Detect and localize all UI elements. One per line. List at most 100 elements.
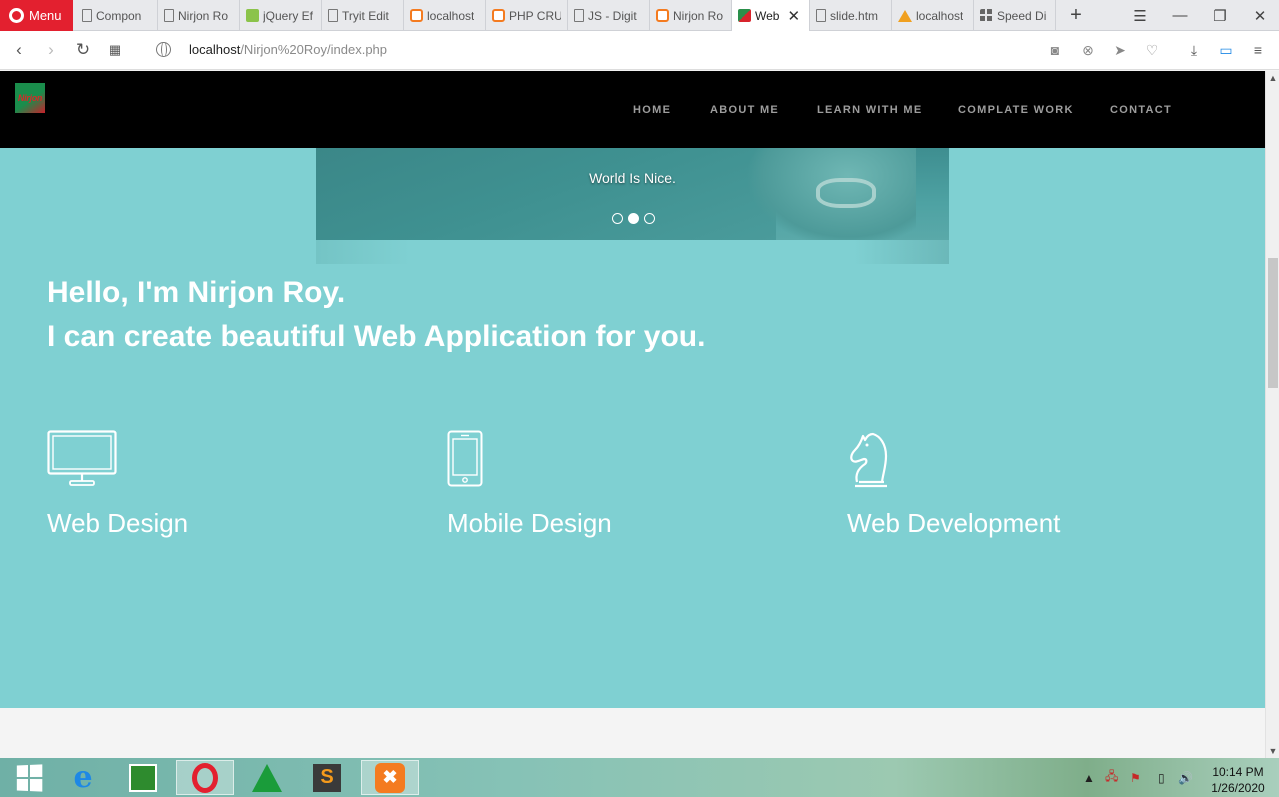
nav-contact[interactable]: CONTACT — [1110, 104, 1172, 116]
document-icon — [816, 9, 826, 22]
page-scrollbar[interactable]: ▲ ▼ — [1265, 71, 1279, 758]
back-icon[interactable]: ‹ — [7, 38, 31, 62]
forward-icon[interactable]: › — [39, 38, 63, 62]
start-button[interactable] — [0, 760, 58, 795]
heart-icon[interactable]: ♡ — [1142, 40, 1162, 60]
xampp-icon — [492, 9, 505, 22]
tab-menu-icon[interactable]: ☰ — [1120, 0, 1160, 31]
tab[interactable]: PHP CRU — [486, 0, 568, 31]
slider-dots — [612, 213, 655, 224]
windows-store-icon — [129, 763, 157, 792]
internet-explorer-icon: e — [73, 760, 93, 795]
tabs-grid-icon[interactable]: ▦ — [103, 38, 127, 62]
nav-about-me[interactable]: ABOUT ME — [710, 104, 779, 116]
easy-setup-icon[interactable]: ≡ — [1248, 40, 1268, 60]
tab[interactable]: JS - Digit — [568, 0, 650, 31]
new-tab-icon[interactable]: + — [1066, 4, 1086, 27]
intro-line-1: Hello, I'm Nirjon Roy. — [47, 276, 346, 309]
reload-icon[interactable]: ↻ — [71, 38, 95, 62]
nav-learn-with-me[interactable]: LEARN WITH ME — [817, 104, 923, 116]
tab[interactable]: Tryit Edit — [322, 0, 404, 31]
tab-label: Nirjon Ro — [178, 8, 229, 23]
document-icon — [574, 9, 584, 22]
taskbar-xampp[interactable]: ✖ — [361, 760, 419, 795]
tab[interactable]: localhost — [404, 0, 486, 31]
chess-knight-icon — [850, 432, 888, 488]
taskbar-sublime-text[interactable]: S — [298, 760, 356, 795]
address-bar: ‹ › ↻ ▦ localhost/Nirjon%20Roy/index.php… — [0, 31, 1279, 70]
document-icon — [328, 9, 338, 22]
slider-dot[interactable] — [644, 213, 655, 224]
close-tab-icon[interactable]: ✕ — [787, 7, 800, 25]
tab[interactable]: Nirjon Ro — [158, 0, 240, 31]
document-icon — [164, 9, 174, 22]
tab-label: Nirjon Ro — [673, 8, 724, 23]
tab[interactable]: Nirjon Ro — [650, 0, 732, 31]
opera-menu-button[interactable]: Menu — [0, 0, 73, 31]
tab[interactable]: Compon — [76, 0, 158, 31]
monitor-icon — [47, 430, 117, 486]
document-icon — [82, 9, 92, 22]
battery-saver-icon[interactable]: ▭ — [1216, 40, 1236, 60]
nav-home[interactable]: HOME — [633, 104, 671, 116]
service-title: Web Design — [47, 508, 189, 538]
tab[interactable]: jQuery Ef — [240, 0, 322, 31]
logo-text: Nirjon — [17, 93, 43, 103]
taskbar-internet-explorer[interactable]: e — [54, 760, 112, 795]
xampp-icon — [410, 9, 423, 22]
tab-label: PHP CRU — [509, 8, 561, 23]
tab-strip: Menu Compon Nirjon Ro jQuery Ef Tryit Ed… — [0, 0, 1279, 31]
tab-label: slide.htm — [830, 8, 879, 23]
volume-icon[interactable]: 🔊 — [1178, 758, 1193, 797]
slider-dot[interactable] — [612, 213, 623, 224]
show-hidden-icons[interactable]: ▲ — [1083, 758, 1095, 797]
tab-label: Tryit Edit — [342, 8, 389, 23]
url-field[interactable]: localhost/Nirjon%20Roy/index.php — [189, 42, 387, 57]
nav-complete-work[interactable]: COMPLATE WORK — [958, 104, 1074, 116]
smartphone-icon — [447, 430, 483, 487]
tab[interactable]: slide.htm — [810, 0, 892, 31]
service-title: Web Development — [847, 508, 1061, 538]
tab-label: Web — [755, 8, 780, 23]
scroll-up-icon[interactable]: ▲ — [1267, 72, 1279, 84]
close-window-icon[interactable]: ✕ — [1240, 0, 1279, 31]
next-section — [0, 708, 1265, 758]
clock-date: 1/26/2020 — [1211, 781, 1265, 795]
slider-dot-active[interactable] — [628, 213, 639, 224]
tab-label: Speed Di — [997, 8, 1047, 23]
scroll-thumb[interactable] — [1268, 258, 1278, 388]
download-icon[interactable]: ⤓ — [1184, 40, 1204, 60]
taskbar-windows-store[interactable] — [114, 760, 172, 795]
speed-dial-icon — [980, 9, 993, 22]
network-icon[interactable]: 🖧 — [1105, 758, 1118, 797]
slide-image — [316, 148, 776, 240]
site-logo[interactable]: Nirjon — [15, 83, 45, 113]
scroll-down-icon[interactable]: ▼ — [1267, 745, 1279, 757]
page-viewport: Nirjon HOME ABOUT ME LEARN WITH ME COMPL… — [0, 71, 1265, 758]
action-center-icon[interactable]: ⚑ — [1130, 758, 1141, 797]
intro-line-2: I can create beautiful Web Application f… — [47, 320, 706, 353]
restore-icon[interactable]: ❐ — [1200, 0, 1240, 31]
tab[interactable]: Speed Di — [974, 0, 1056, 31]
minimize-icon[interactable]: — — [1160, 0, 1200, 31]
tab-active[interactable]: Web ✕ — [732, 0, 810, 31]
windows-taskbar: e S ✖ ▲ 🖧 ⚑ ▯ 🔊 10:14 PM 1/26/2020 — [0, 758, 1279, 797]
jquery-icon — [246, 9, 259, 22]
send-icon[interactable]: ➤ — [1110, 40, 1130, 60]
tab[interactable]: localhost — [892, 0, 974, 31]
opera-icon — [192, 762, 218, 793]
tab-label: localhost — [916, 8, 964, 23]
opera-logo-icon — [9, 8, 24, 23]
tab-list: Compon Nirjon Ro jQuery Ef Tryit Edit lo… — [76, 0, 1056, 31]
camera-icon[interactable]: ◙ — [1045, 40, 1065, 60]
site-favicon-icon — [738, 9, 751, 22]
menu-label: Menu — [29, 8, 62, 23]
hero-section: World Is Nice. Hello, I'm Nirjon Roy. I … — [0, 148, 1265, 708]
xampp-icon: ✖ — [375, 762, 405, 793]
taskbar-sketchup[interactable] — [238, 760, 296, 795]
adblock-icon[interactable]: ⊗ — [1078, 40, 1098, 60]
taskbar-clock[interactable]: 10:14 PM 1/26/2020 — [1205, 764, 1271, 796]
taskbar-opera[interactable] — [176, 760, 234, 795]
image-slider: World Is Nice. — [316, 148, 949, 240]
battery-icon[interactable]: ▯ — [1158, 758, 1165, 797]
